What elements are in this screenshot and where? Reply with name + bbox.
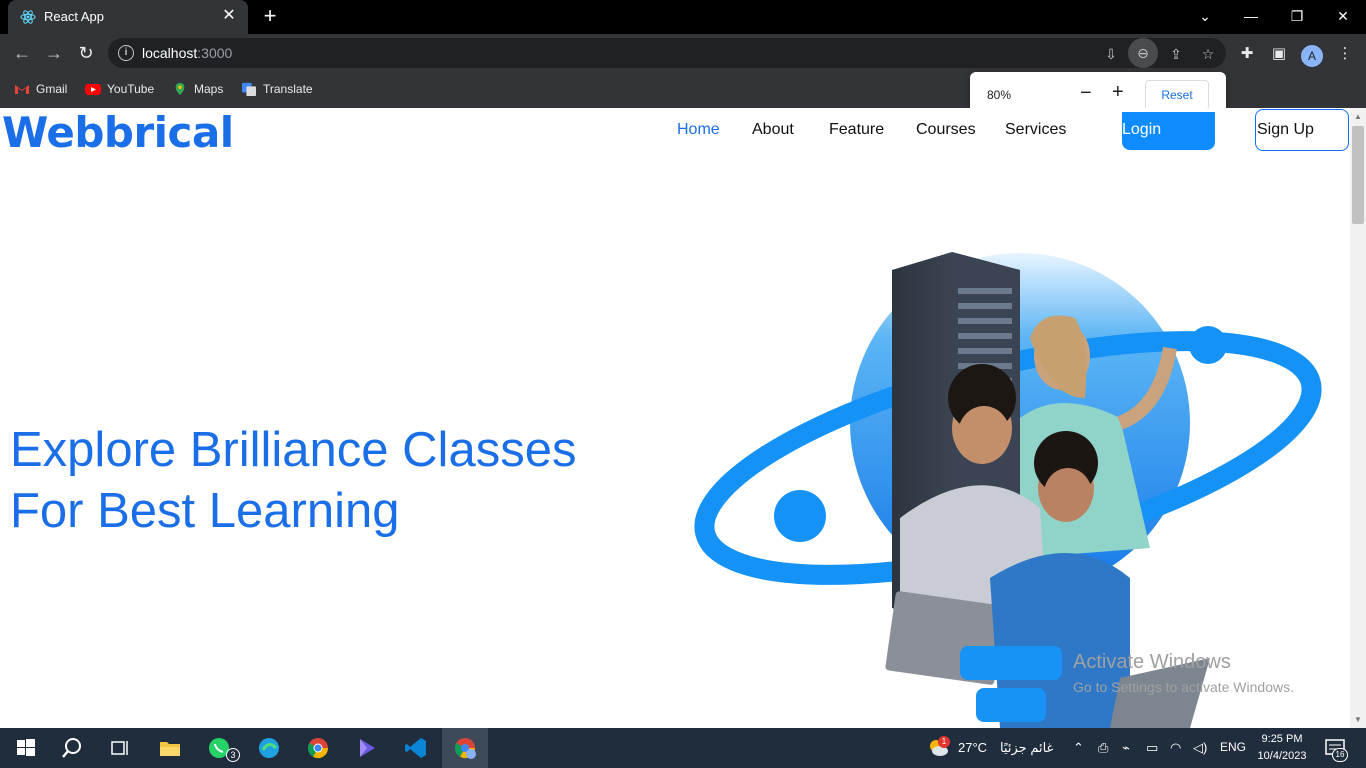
nav-courses[interactable]: Courses bbox=[916, 121, 976, 139]
tab-strip: React App ✕ + ⌄ — ❐ ✕ bbox=[0, 0, 1366, 34]
scroll-thumb[interactable] bbox=[1352, 126, 1364, 224]
zoom-in-icon[interactable]: + bbox=[1112, 81, 1124, 104]
youtube-icon bbox=[85, 84, 101, 95]
back-icon[interactable]: ← bbox=[10, 41, 34, 65]
bookmark-youtube[interactable]: YouTube bbox=[85, 82, 154, 96]
tray-chevron-icon[interactable]: ⌃ bbox=[1073, 740, 1084, 756]
zoom-icon[interactable]: ⊖ bbox=[1128, 38, 1158, 68]
notification-count: 16 bbox=[1332, 748, 1348, 762]
side-panel-icon[interactable]: ▣ bbox=[1268, 43, 1290, 65]
signup-button[interactable]: Sign Up bbox=[1255, 109, 1349, 151]
hero-heading: Explore Brilliance Classes For Best Lear… bbox=[10, 423, 577, 538]
battery-icon[interactable]: ▭ bbox=[1146, 740, 1158, 756]
minimize-icon[interactable]: — bbox=[1228, 0, 1274, 34]
system-clock[interactable]: 9:25 PM 10/4/2023 bbox=[1252, 731, 1312, 765]
share-icon[interactable]: ⇪ bbox=[1165, 43, 1187, 65]
orbit-node-left bbox=[774, 490, 826, 542]
windows-start-icon[interactable] bbox=[14, 736, 38, 760]
wifi-icon[interactable]: ◠ bbox=[1170, 740, 1181, 756]
decor-pill bbox=[960, 646, 1062, 680]
task-view-icon[interactable] bbox=[108, 736, 132, 760]
zoom-reset-button[interactable]: Reset bbox=[1145, 80, 1209, 110]
extensions-icon[interactable]: ✚ bbox=[1236, 43, 1258, 65]
url-text[interactable]: localhost:3000 bbox=[142, 45, 232, 61]
site-logo[interactable]: Webbrical bbox=[2, 108, 234, 157]
bookmark-star-icon[interactable]: ☆ bbox=[1197, 43, 1219, 65]
bookmark-gmail[interactable]: Gmail bbox=[14, 82, 67, 96]
tab-search-icon[interactable]: ⌄ bbox=[1182, 0, 1228, 34]
browser-toolbar: ← → ↻ i localhost:3000 ⇩ ⊖ ⇪ ☆ ✚ ▣ ⋮ bbox=[0, 34, 1366, 72]
zoom-out-icon[interactable]: − bbox=[1080, 82, 1092, 105]
new-tab-icon[interactable]: + bbox=[258, 5, 282, 29]
page-scrollbar[interactable]: ▲ ▼ bbox=[1350, 108, 1366, 728]
windows-taskbar: 3 1 27°C غائم جزئيًا ⌃ ⎙ ⌁ ▭ ◠ ◁) ENG 9:… bbox=[0, 728, 1366, 768]
weather-text[interactable]: غائم جزئيًا bbox=[1000, 740, 1053, 756]
tab-title: React App bbox=[44, 9, 104, 24]
volume-icon[interactable]: ◁) bbox=[1193, 740, 1207, 756]
scroll-down-icon[interactable]: ▼ bbox=[1354, 715, 1362, 724]
orbit-node-right bbox=[1189, 326, 1227, 364]
tray-network-icon[interactable]: ⌁ bbox=[1122, 740, 1130, 756]
bookmark-maps[interactable]: Maps bbox=[172, 82, 223, 96]
temperature[interactable]: 27°C bbox=[958, 740, 987, 755]
tray-device-icon[interactable]: ⎙ bbox=[1098, 740, 1108, 756]
web-page: Webbrical Home About Feature Courses Ser… bbox=[0, 108, 1350, 728]
gmail-icon bbox=[15, 85, 29, 94]
nav-about[interactable]: About bbox=[752, 121, 794, 139]
restore-icon[interactable]: ❐ bbox=[1274, 0, 1320, 34]
address-bar[interactable]: i localhost:3000 ⇩ ⊖ ⇪ ☆ bbox=[108, 38, 1226, 68]
scroll-up-icon[interactable]: ▲ bbox=[1354, 112, 1362, 121]
browser-tab[interactable]: React App ✕ bbox=[8, 0, 248, 34]
bookmark-translate[interactable]: Translate bbox=[241, 82, 313, 96]
nav-feature[interactable]: Feature bbox=[829, 121, 884, 139]
install-app-icon[interactable]: ⇩ bbox=[1100, 43, 1122, 65]
reload-icon[interactable]: ↻ bbox=[74, 41, 98, 65]
zoom-level: 80% bbox=[987, 88, 1012, 102]
translate-icon bbox=[242, 82, 256, 96]
close-tab-icon[interactable]: ✕ bbox=[218, 5, 240, 27]
vscode-icon[interactable] bbox=[404, 736, 428, 760]
weather-badge: 1 bbox=[938, 736, 950, 748]
site-info-icon[interactable]: i bbox=[118, 45, 134, 61]
window-close-icon[interactable]: ✕ bbox=[1320, 0, 1366, 34]
chrome-icon[interactable] bbox=[306, 736, 330, 760]
nav-home[interactable]: Home bbox=[677, 121, 720, 139]
edge-icon[interactable] bbox=[257, 736, 281, 760]
profile-avatar[interactable]: A bbox=[1301, 45, 1323, 67]
search-icon[interactable] bbox=[60, 736, 84, 760]
chrome-profile-icon[interactable] bbox=[453, 736, 477, 760]
login-button[interactable]: Login bbox=[1122, 112, 1215, 150]
nav-services[interactable]: Services bbox=[1005, 121, 1066, 139]
decor-pill bbox=[976, 688, 1046, 722]
menu-icon[interactable]: ⋮ bbox=[1334, 43, 1356, 65]
file-explorer-icon[interactable] bbox=[158, 736, 182, 760]
activate-windows-watermark: Activate Windows Go to Settings to activ… bbox=[1073, 651, 1294, 695]
maps-pin-icon bbox=[175, 82, 185, 96]
forward-icon[interactable]: → bbox=[42, 41, 66, 65]
react-logo-icon bbox=[20, 10, 36, 24]
language-indicator[interactable]: ENG bbox=[1220, 740, 1246, 754]
power-automate-icon[interactable] bbox=[355, 736, 379, 760]
whatsapp-badge: 3 bbox=[226, 748, 240, 762]
